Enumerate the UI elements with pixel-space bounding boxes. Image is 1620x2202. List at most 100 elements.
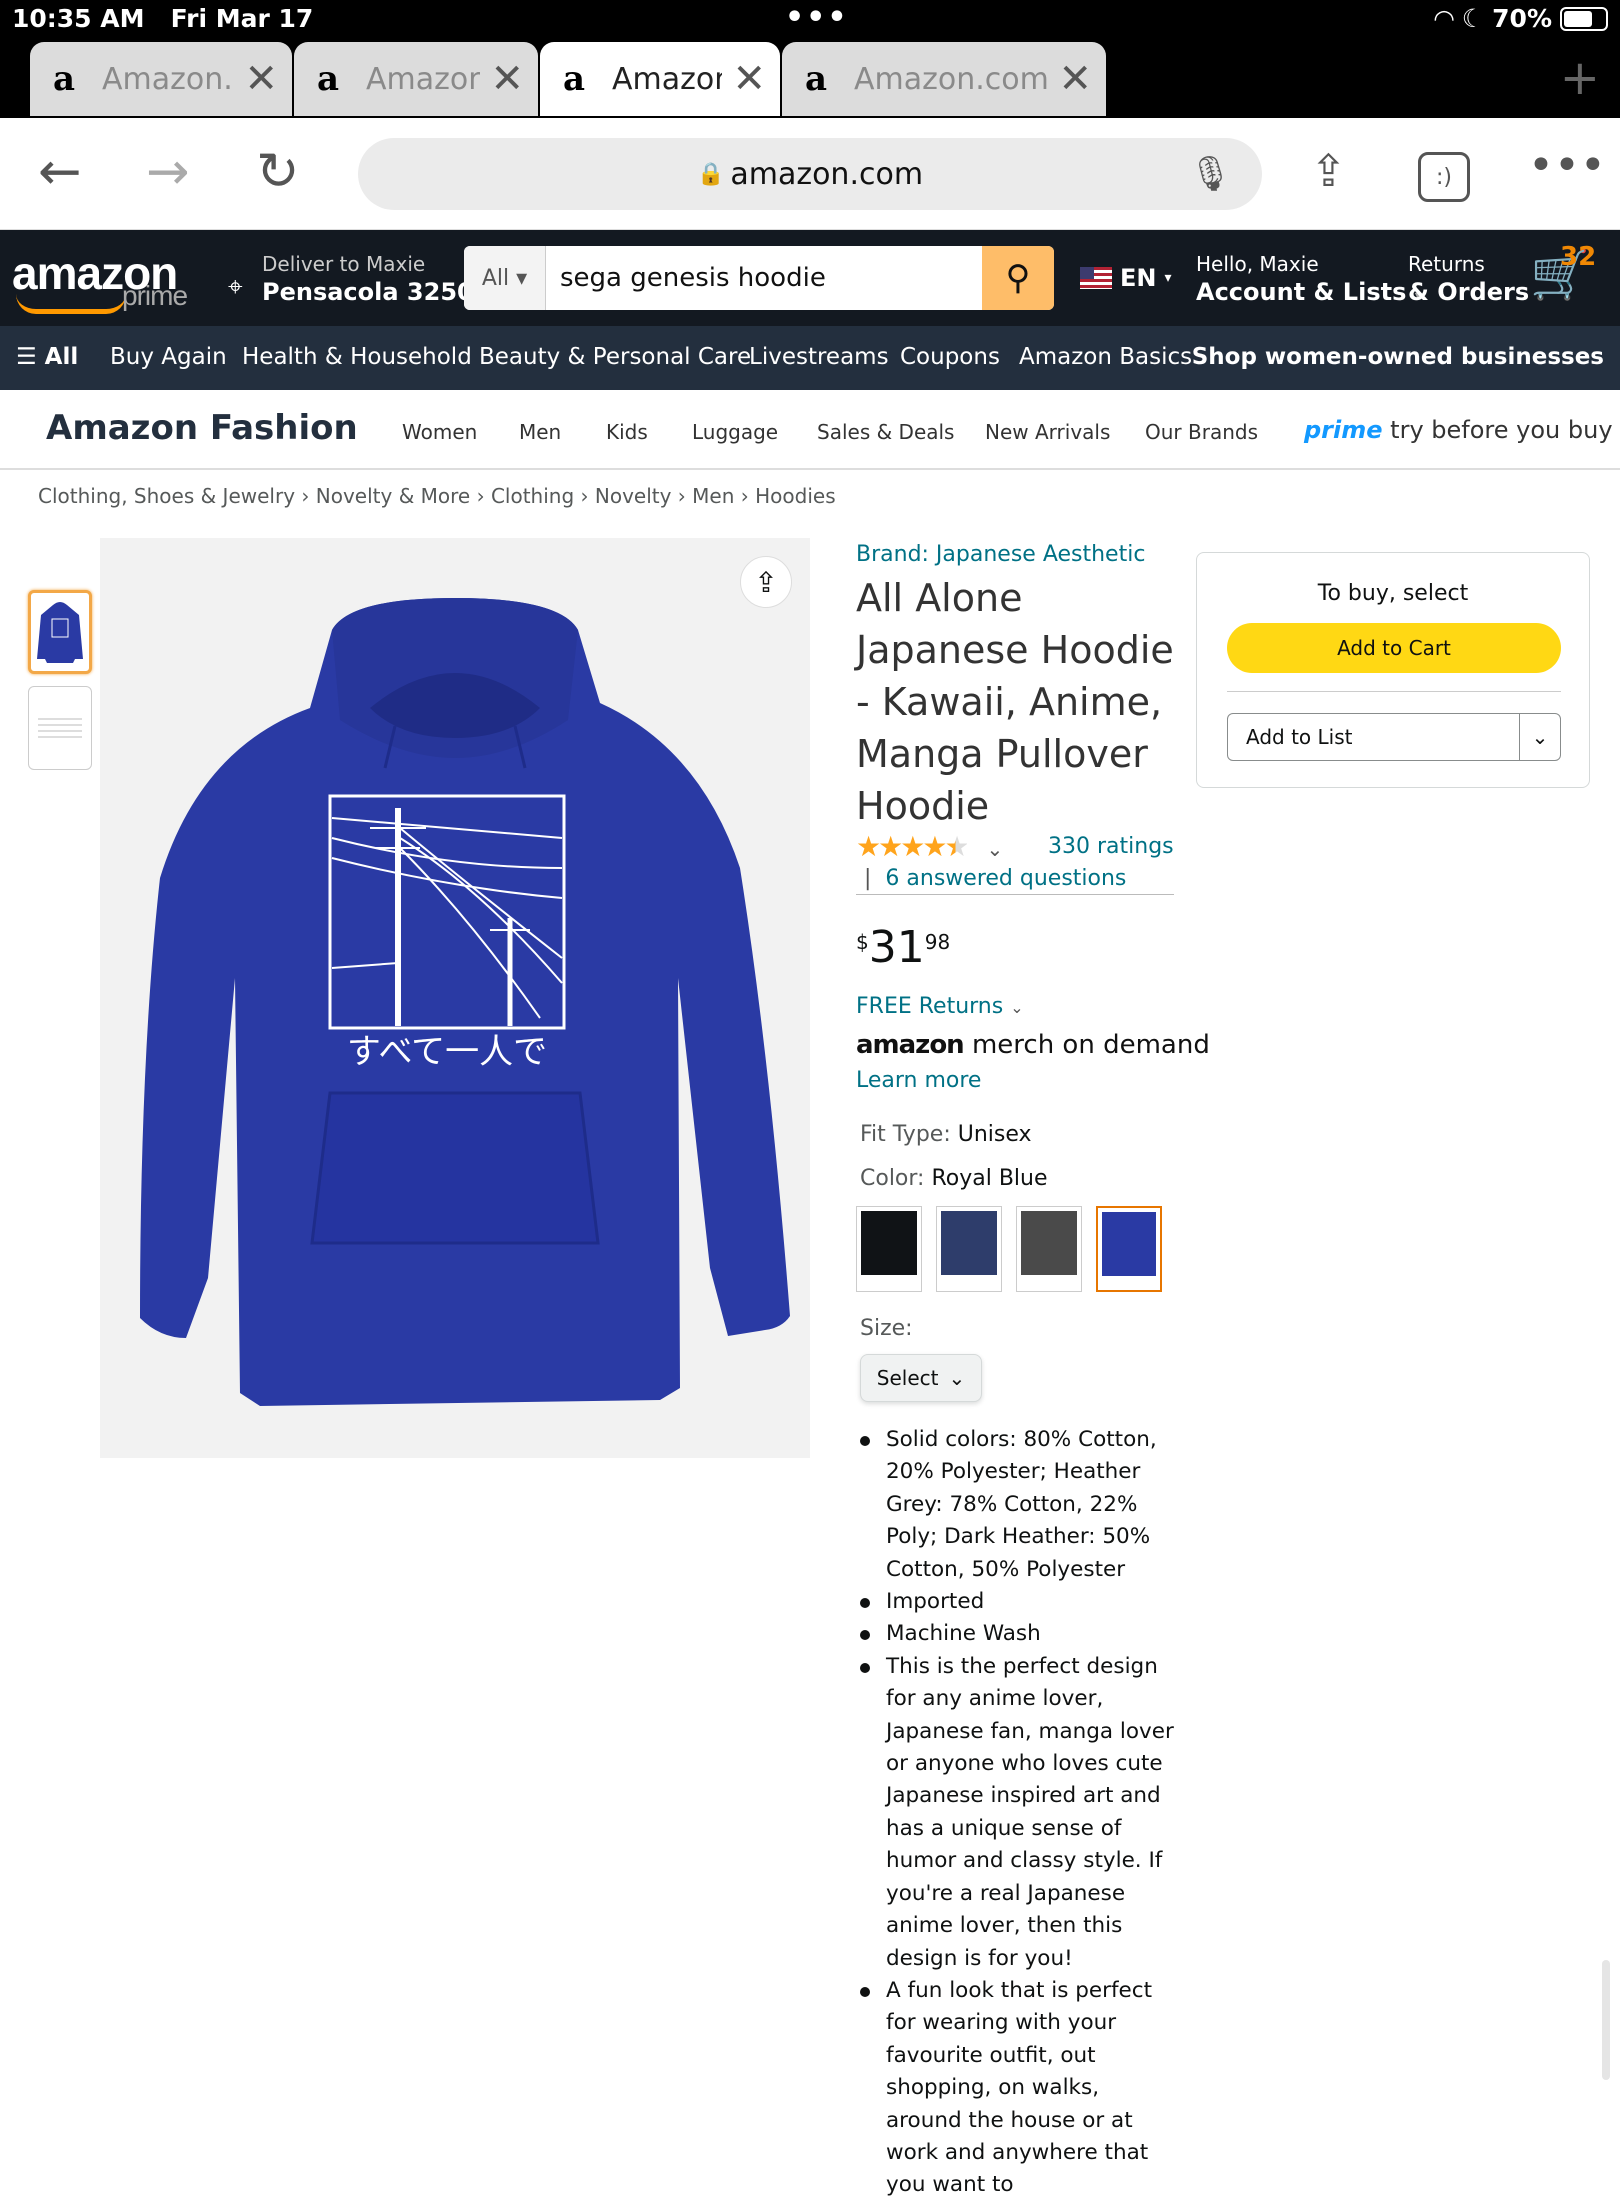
deliver-location: Pensacola 32505: [262, 278, 491, 306]
color-label: Color: Royal Blue: [860, 1166, 1048, 1191]
add-to-list-button[interactable]: Add to List: [1228, 714, 1520, 760]
breadcrumb-link[interactable]: Clothing, Shoes & Jewelry: [38, 484, 295, 508]
close-tab-icon[interactable]: ✕: [1058, 56, 1092, 102]
back-arrow-icon[interactable]: ←: [38, 142, 82, 202]
amazon-smile-icon: [16, 294, 126, 314]
close-tab-icon[interactable]: ✕: [490, 56, 524, 102]
nav-amazon-basics[interactable]: Amazon Basics: [1019, 344, 1192, 370]
account-label: Account & Lists: [1196, 278, 1407, 306]
microphone-icon[interactable]: 🎙: [1189, 154, 1232, 194]
prime-try-before-you-buy[interactable]: prime try before you buy: [1304, 416, 1613, 444]
fashion-link-men[interactable]: Men: [519, 420, 561, 444]
brand-link[interactable]: Brand: Japanese Aesthetic: [856, 542, 1145, 567]
search-button[interactable]: ⚲: [982, 246, 1054, 310]
browser-tab[interactable]: a Amazon.com S ✕: [30, 42, 292, 116]
share-product-button[interactable]: ⇪: [740, 556, 792, 608]
fashion-link-our-brands[interactable]: Our Brands: [1145, 420, 1258, 444]
new-tab-plus-icon[interactable]: +: [1560, 50, 1600, 106]
free-returns-link[interactable]: FREE Returns ⌄: [856, 994, 1024, 1019]
star-icon: ★: [856, 830, 881, 863]
breadcrumb-link[interactable]: Clothing: [491, 484, 574, 508]
tab-switcher-icon[interactable]: :): [1418, 152, 1470, 202]
multitask-dots[interactable]: •••: [785, 0, 849, 35]
ratings-count-link[interactable]: 330 ratings: [1048, 834, 1174, 859]
hamburger-icon: ☰: [16, 344, 37, 370]
forward-arrow-icon[interactable]: →: [146, 142, 190, 202]
product-main-image[interactable]: すべて一人で: [100, 538, 810, 1458]
browser-toolbar: ← → ↻ 🔒 amazon.com 🎙 ⇪ :) •••: [0, 118, 1620, 230]
learn-more-link[interactable]: Learn more: [856, 1068, 981, 1093]
amazon-fashion-title[interactable]: Amazon Fashion: [46, 408, 358, 448]
nav-livestreams[interactable]: Livestreams: [749, 344, 889, 370]
merch-on-demand-logo: amazon merch on demand: [856, 1030, 1210, 1060]
all-menu-button[interactable]: ☰ All: [16, 344, 78, 370]
secondary-nav: ☰ All Buy Again Health & Household Beaut…: [0, 326, 1620, 390]
language-selector[interactable]: EN ▾: [1080, 264, 1172, 292]
fashion-link-luggage[interactable]: Luggage: [692, 420, 778, 444]
color-swatch-black[interactable]: [856, 1206, 922, 1292]
feature-bullet: Machine Wash: [860, 1618, 1180, 1650]
product-title: All Alone Japanese Hoodie - Kawaii, Anim…: [856, 576, 1174, 828]
chevron-down-icon: ⌄: [1010, 998, 1024, 1017]
add-to-list-control: Add to List ⌄: [1227, 713, 1561, 761]
more-menu-icon[interactable]: •••: [1528, 140, 1606, 191]
share-icon[interactable]: ⇪: [1310, 146, 1347, 197]
orders-label: & Orders: [1408, 278, 1530, 306]
nav-health-household[interactable]: Health & Household: [242, 344, 472, 370]
breadcrumb-link[interactable]: Novelty: [595, 484, 672, 508]
breadcrumb-link[interactable]: Men: [692, 484, 734, 508]
status-time: 10:35 AM Fri Mar 17: [12, 4, 314, 33]
search-input[interactable]: sega genesis hoodie: [546, 246, 982, 310]
add-to-cart-button[interactable]: Add to Cart: [1227, 623, 1561, 673]
add-to-list-dropdown[interactable]: ⌄: [1520, 714, 1560, 760]
answered-questions-link[interactable]: 6 answered questions: [885, 866, 1126, 891]
buy-box-title: To buy, select: [1317, 581, 1469, 606]
fashion-nav: Amazon Fashion Women Men Kids Luggage Sa…: [0, 390, 1620, 470]
image-thumbnails: [28, 590, 92, 782]
amazon-favicon-icon: a: [804, 59, 828, 99]
browser-tab[interactable]: a Amazon.com: S ✕: [782, 42, 1106, 116]
feature-bullet: Imported: [860, 1586, 1180, 1618]
returns-orders[interactable]: Returns & Orders: [1408, 252, 1529, 306]
size-dropdown[interactable]: Select ⌄: [860, 1354, 982, 1402]
search-category-dropdown[interactable]: All ▾: [464, 246, 546, 310]
feature-bullets: Solid colors: 80% Cotton, 20% Polyester;…: [860, 1424, 1180, 2202]
buy-box: To buy, select Add to Cart Add to List ⌄: [1196, 552, 1590, 788]
cart-button[interactable]: 🛒 32: [1530, 242, 1596, 303]
fashion-link-kids[interactable]: Kids: [606, 420, 648, 444]
amazon-prime-logo[interactable]: amazon prime: [12, 246, 188, 314]
thumbnail-size-chart[interactable]: [28, 686, 92, 770]
nav-women-owned-promo[interactable]: Shop women-owned businesses: [1192, 344, 1604, 370]
star-rating[interactable]: ★★★★★ ⌄: [856, 830, 1003, 863]
chevron-down-icon: ⌄: [948, 1366, 966, 1390]
amazon-favicon-icon: a: [562, 59, 586, 99]
browser-tab-bar: a Amazon.com S ✕ a Amazon.com: ✕ a Amazo…: [0, 38, 1620, 118]
cart-count: 32: [1560, 242, 1597, 272]
star-icon: ★: [878, 830, 903, 863]
star-icon: ★: [900, 830, 925, 863]
close-tab-icon[interactable]: ✕: [244, 56, 278, 102]
address-bar[interactable]: 🔒 amazon.com 🎙: [358, 138, 1262, 210]
breadcrumb-link[interactable]: Novelty & More: [316, 484, 470, 508]
nav-buy-again[interactable]: Buy Again: [110, 344, 227, 370]
feature-bullet: Solid colors: 80% Cotton, 20% Polyester;…: [860, 1424, 1180, 1586]
deliver-to[interactable]: ⌖ Deliver to Maxie Pensacola 32505: [228, 252, 491, 306]
thumbnail-hoodie[interactable]: [28, 590, 92, 674]
browser-tab[interactable]: a Amazon.com: ✕: [294, 42, 538, 116]
fashion-link-new-arrivals[interactable]: New Arrivals: [985, 420, 1110, 444]
color-swatch-royal-blue[interactable]: [1096, 1206, 1162, 1292]
nav-beauty-personal-care[interactable]: Beauty & Personal Care: [479, 344, 751, 370]
color-swatch-navy[interactable]: [936, 1206, 1002, 1292]
hoodie-image: すべて一人で: [140, 598, 790, 1406]
browser-tab-active[interactable]: a Amazon.com: A ✕: [540, 42, 780, 116]
reload-icon[interactable]: ↻: [256, 142, 300, 202]
tab-title: Amazon.com: A: [612, 61, 722, 97]
fashion-link-women[interactable]: Women: [402, 420, 477, 444]
account-lists[interactable]: Hello, Maxie Account & Lists ▾: [1196, 252, 1422, 306]
scrollbar[interactable]: [1602, 1960, 1610, 2080]
breadcrumb-link[interactable]: Hoodies: [755, 484, 836, 508]
close-tab-icon[interactable]: ✕: [732, 56, 766, 102]
nav-coupons[interactable]: Coupons: [900, 344, 1000, 370]
fashion-link-sales-deals[interactable]: Sales & Deals: [817, 420, 954, 444]
color-swatch-dark-heather[interactable]: [1016, 1206, 1082, 1292]
